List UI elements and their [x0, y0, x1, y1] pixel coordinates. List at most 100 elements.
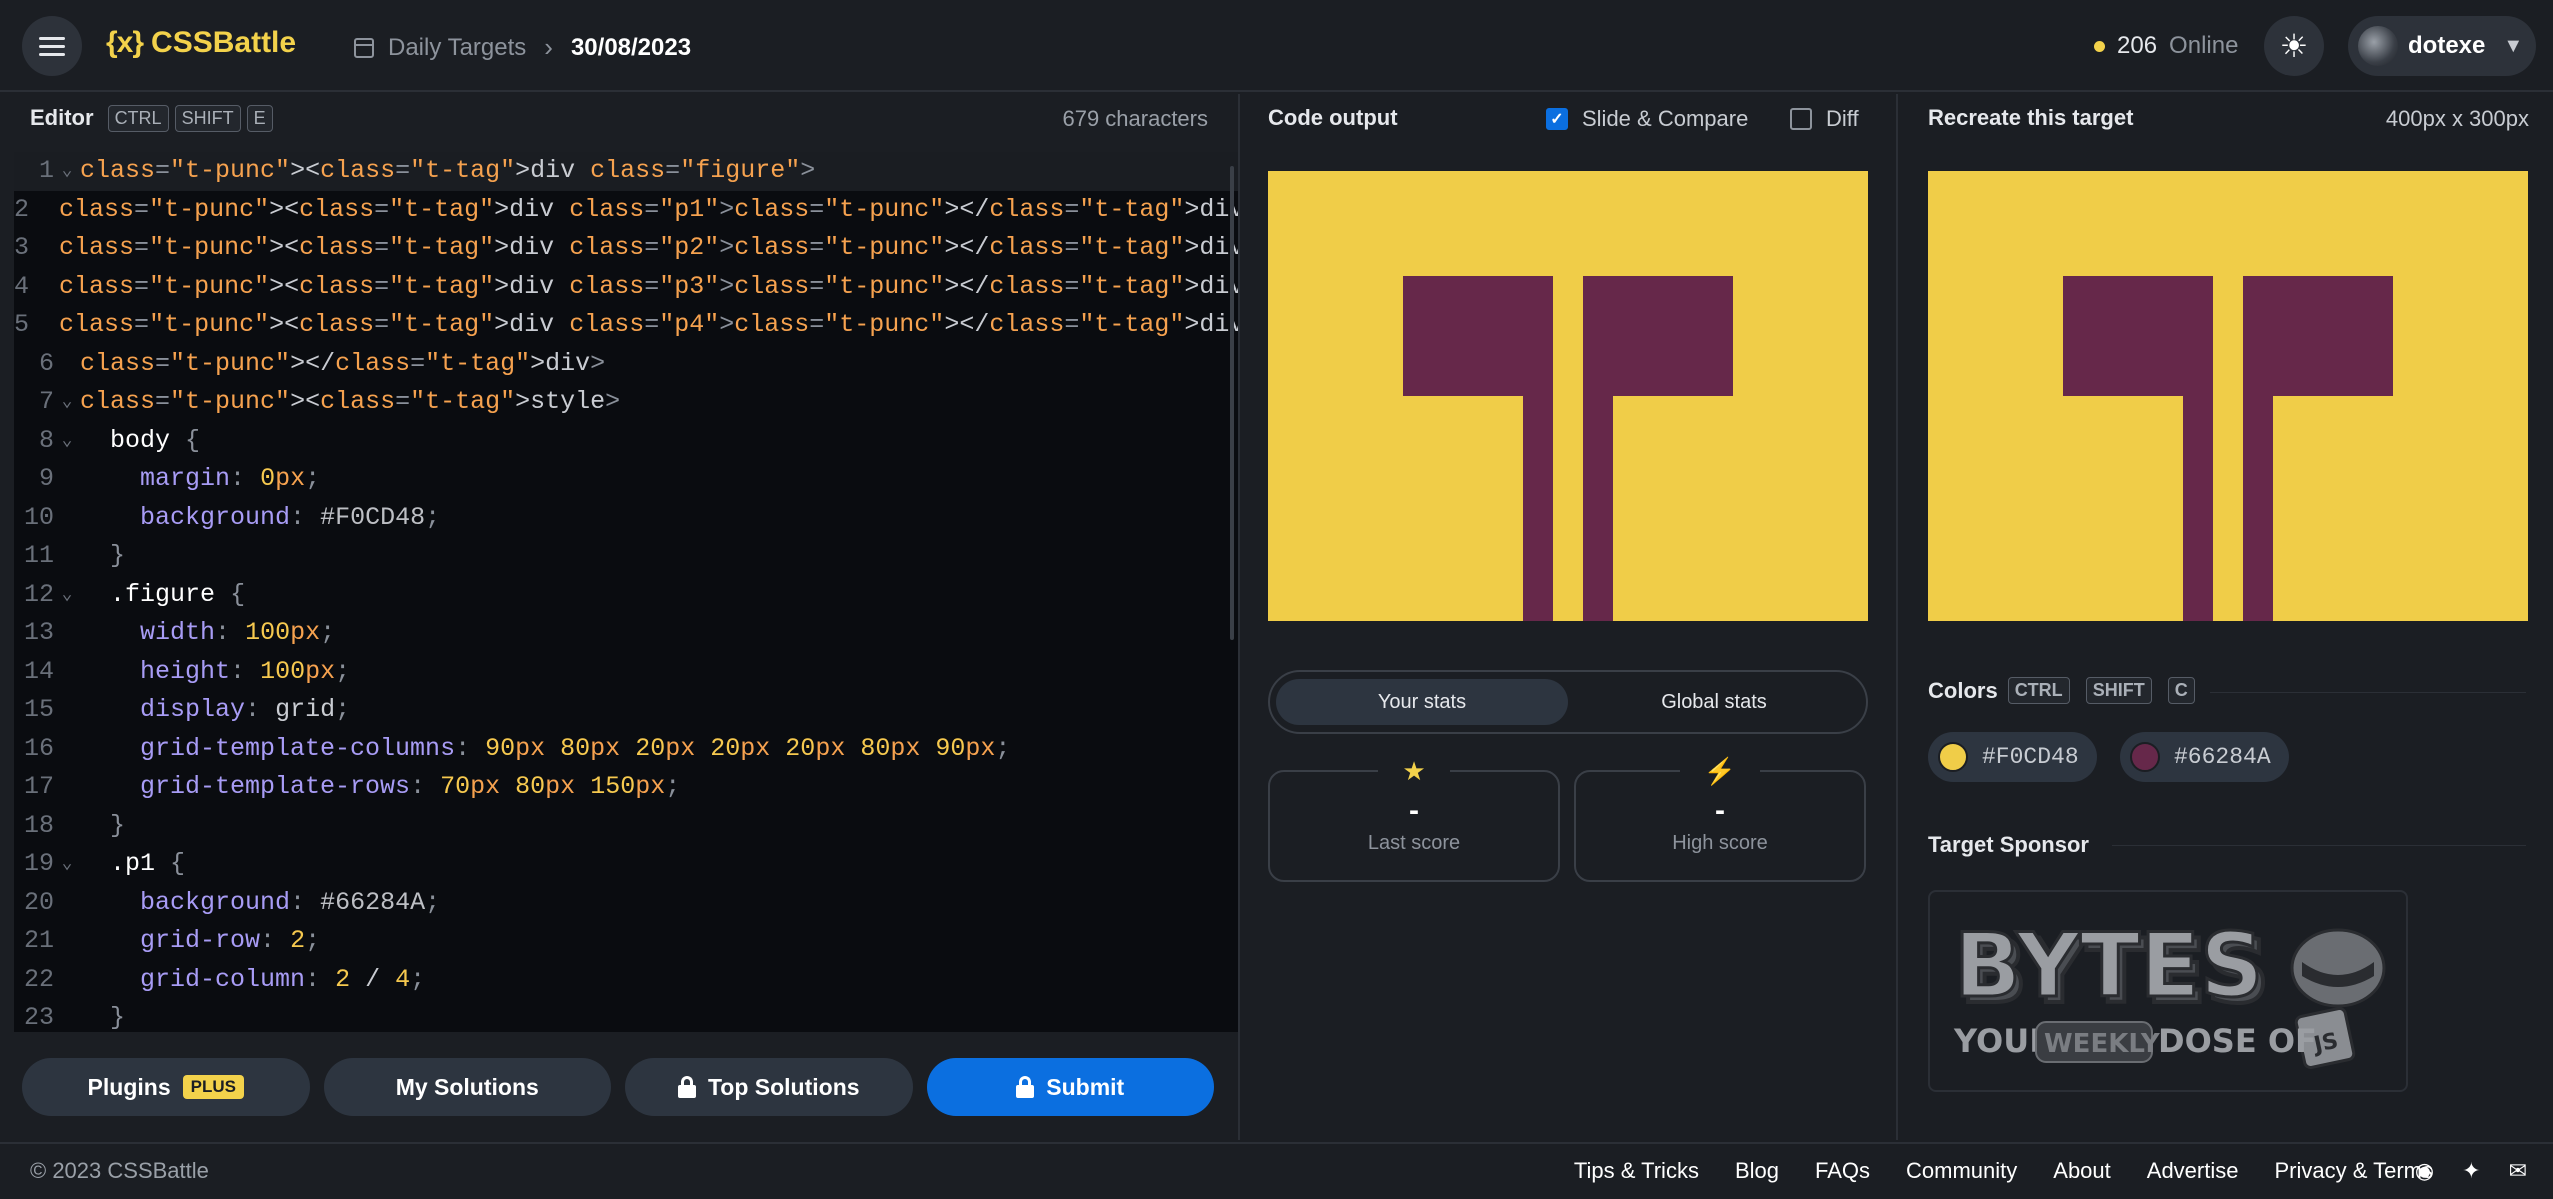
- code-line[interactable]: 23 }: [14, 999, 1238, 1032]
- sponsor-weekly: WEEKLY: [2044, 1029, 2161, 1059]
- fold-chevron-icon[interactable]: ⌄: [54, 383, 80, 422]
- code-line[interactable]: 18 }: [14, 807, 1238, 846]
- shortcut-key: C: [2167, 677, 2195, 704]
- tab-global-stats[interactable]: Global stats: [1568, 679, 1860, 725]
- output-shape-left-stem: [1523, 396, 1553, 621]
- breadcrumb-daily-targets[interactable]: Daily Targets: [388, 34, 526, 62]
- code-line[interactable]: 21 grid-row: 2;: [14, 922, 1238, 961]
- code-line[interactable]: 12 ⌄ .figure {: [14, 576, 1238, 615]
- line-number: 9: [38, 464, 54, 493]
- footer-link-advertise[interactable]: Advertise: [2147, 1158, 2239, 1184]
- code-line[interactable]: 15 display: grid;: [14, 691, 1238, 730]
- target-header: Recreate this target 400px x 300px: [1898, 94, 2553, 142]
- my-solutions-button[interactable]: My Solutions: [323, 1058, 611, 1116]
- code-line[interactable]: 8 ⌄ body {: [14, 422, 1238, 461]
- editor-scrollbar[interactable]: [1230, 166, 1234, 640]
- fold-chevron-icon[interactable]: ⌄: [54, 845, 80, 884]
- fold-gutter: [54, 614, 80, 653]
- shortcut-key: SHIFT: [174, 104, 241, 132]
- slide-compare-checkbox[interactable]: ✓ Slide & Compare: [1546, 106, 1748, 132]
- fold-chevron-icon[interactable]: ⌄: [54, 422, 80, 461]
- code-line[interactable]: 16 grid-template-columns: 90px 80px 20px…: [14, 730, 1238, 769]
- color-swatch-yellow[interactable]: #F0CD48: [1928, 732, 2097, 782]
- footer-link-privacy[interactable]: Privacy & Terms: [2274, 1158, 2433, 1184]
- diff-checkbox[interactable]: Diff: [1790, 106, 1859, 132]
- code-text: grid-column: 2 / 4;: [140, 964, 426, 994]
- discord-icon[interactable]: ◉: [2415, 1158, 2434, 1184]
- code-line[interactable]: 14 height: 100px;: [14, 653, 1238, 692]
- fold-gutter: [54, 499, 80, 538]
- my-solutions-label: My Solutions: [395, 1073, 539, 1100]
- panel-divider: [1238, 94, 1240, 1140]
- code-line[interactable]: 11 }: [14, 537, 1238, 576]
- fold-chevron-icon[interactable]: ⌄: [54, 152, 80, 191]
- color-swatch-purple[interactable]: #66284A: [2120, 732, 2289, 782]
- line-number: 20: [23, 887, 54, 917]
- footer-link-about[interactable]: About: [2053, 1158, 2111, 1184]
- breadcrumb-date: 30/08/2023: [570, 33, 692, 61]
- code-text: display: grid;: [140, 695, 351, 724]
- code-output-preview[interactable]: [1268, 171, 1868, 621]
- line-number: 12: [23, 579, 54, 609]
- sponsor-banner[interactable]: BYTES BYTES JS YOUR WEEKLY DOSE OF: [1928, 890, 2408, 1092]
- line-number: 18: [23, 810, 54, 840]
- shortcut-key: E: [246, 104, 273, 132]
- code-line[interactable]: 5 class="t-punc"><class="t-tag">div clas…: [14, 306, 1238, 345]
- online-indicator: 206 Online: [2094, 32, 2238, 60]
- code-line[interactable]: 3 class="t-punc"><class="t-tag">div clas…: [14, 229, 1238, 268]
- submit-button[interactable]: Submit: [926, 1058, 1214, 1116]
- code-line[interactable]: 4 class="t-punc"><class="t-tag">div clas…: [14, 268, 1238, 307]
- calendar-icon: [354, 37, 374, 58]
- online-label: Online: [2169, 32, 2239, 59]
- logo[interactable]: {x} CSSBattle: [106, 26, 296, 60]
- sponsor-dose-of: DOSE OF: [2158, 1022, 2317, 1060]
- color-hex: #66284A: [2174, 744, 2271, 770]
- line-number: 19: [23, 849, 54, 878]
- code-line[interactable]: 17 grid-template-rows: 70px 80px 150px;: [14, 768, 1238, 807]
- theme-toggle-button[interactable]: ☀: [2264, 16, 2324, 76]
- menu-button[interactable]: [22, 16, 82, 76]
- code-line[interactable]: 19 ⌄ .p1 {: [14, 845, 1238, 884]
- plugins-button[interactable]: Plugins PLUS: [22, 1058, 310, 1116]
- user-menu-button[interactable]: dotexe ▼: [2348, 16, 2536, 76]
- code-line[interactable]: 6 class="t-punc"></class="t-tag">div>: [14, 345, 1238, 384]
- panel-divider: [1896, 94, 1898, 1140]
- line-number: 4: [14, 271, 30, 301]
- code-line[interactable]: 22 grid-column: 2 / 4;: [14, 961, 1238, 1000]
- code-line[interactable]: 20 background: #66284A;: [14, 884, 1238, 923]
- top-solutions-button[interactable]: Top Solutions: [625, 1058, 913, 1116]
- code-line[interactable]: 13 width: 100px;: [14, 614, 1238, 653]
- checkmark-icon: ✓: [1546, 108, 1568, 130]
- code-line[interactable]: 9 margin: 0px;: [14, 460, 1238, 499]
- code-editor[interactable]: 1 ⌄ class="t-punc"><class="t-tag">div clas…: [14, 152, 1238, 1032]
- username: dotexe: [2408, 32, 2486, 59]
- shortcut-key: CTRL: [2007, 677, 2070, 704]
- twitter-icon[interactable]: ✦: [2462, 1158, 2480, 1184]
- high-score-card: ⚡ - High score: [1574, 756, 1866, 882]
- code-line[interactable]: 2 class="t-punc"><class="t-tag">div clas…: [14, 191, 1238, 230]
- fold-gutter: [54, 922, 80, 961]
- code-text: }: [110, 810, 126, 840]
- code-line[interactable]: 1 ⌄ class="t-punc"><class="t-tag">div clas…: [14, 152, 1238, 191]
- footer-link-tips[interactable]: Tips & Tricks: [1574, 1158, 1699, 1184]
- output-shape-right-top: [1583, 276, 1733, 396]
- online-count: 206: [2117, 32, 2158, 59]
- tab-your-stats[interactable]: Your stats: [1276, 679, 1568, 725]
- code-text: grid-row: 2;: [140, 926, 321, 955]
- footer-link-community[interactable]: Community: [1906, 1158, 2017, 1184]
- code-text: width: 100px;: [140, 618, 336, 647]
- footer-link-faqs[interactable]: FAQs: [1815, 1158, 1870, 1184]
- code-text: background: #66284A;: [140, 887, 441, 917]
- lock-icon: [677, 1076, 696, 1098]
- code-line[interactable]: 10 background: #F0CD48;: [14, 499, 1238, 538]
- fold-chevron-icon[interactable]: ⌄: [54, 576, 80, 615]
- code-line[interactable]: 7 ⌄ class="t-punc"><class="t-tag">style>: [14, 383, 1238, 422]
- hamburger-icon: [39, 34, 65, 58]
- avatar: [2358, 26, 2398, 66]
- code-text: class="t-punc"><class="t-tag">div class=…: [59, 194, 1238, 224]
- mail-icon[interactable]: ✉: [2509, 1158, 2527, 1184]
- footer-link-blog[interactable]: Blog: [1735, 1158, 1779, 1184]
- line-number: 15: [23, 695, 54, 724]
- breadcrumb: Daily Targets › 30/08/2023: [354, 32, 691, 63]
- bytes-logo-icon: BYTES BYTES JS YOUR WEEKLY DOSE OF: [1953, 913, 2386, 1070]
